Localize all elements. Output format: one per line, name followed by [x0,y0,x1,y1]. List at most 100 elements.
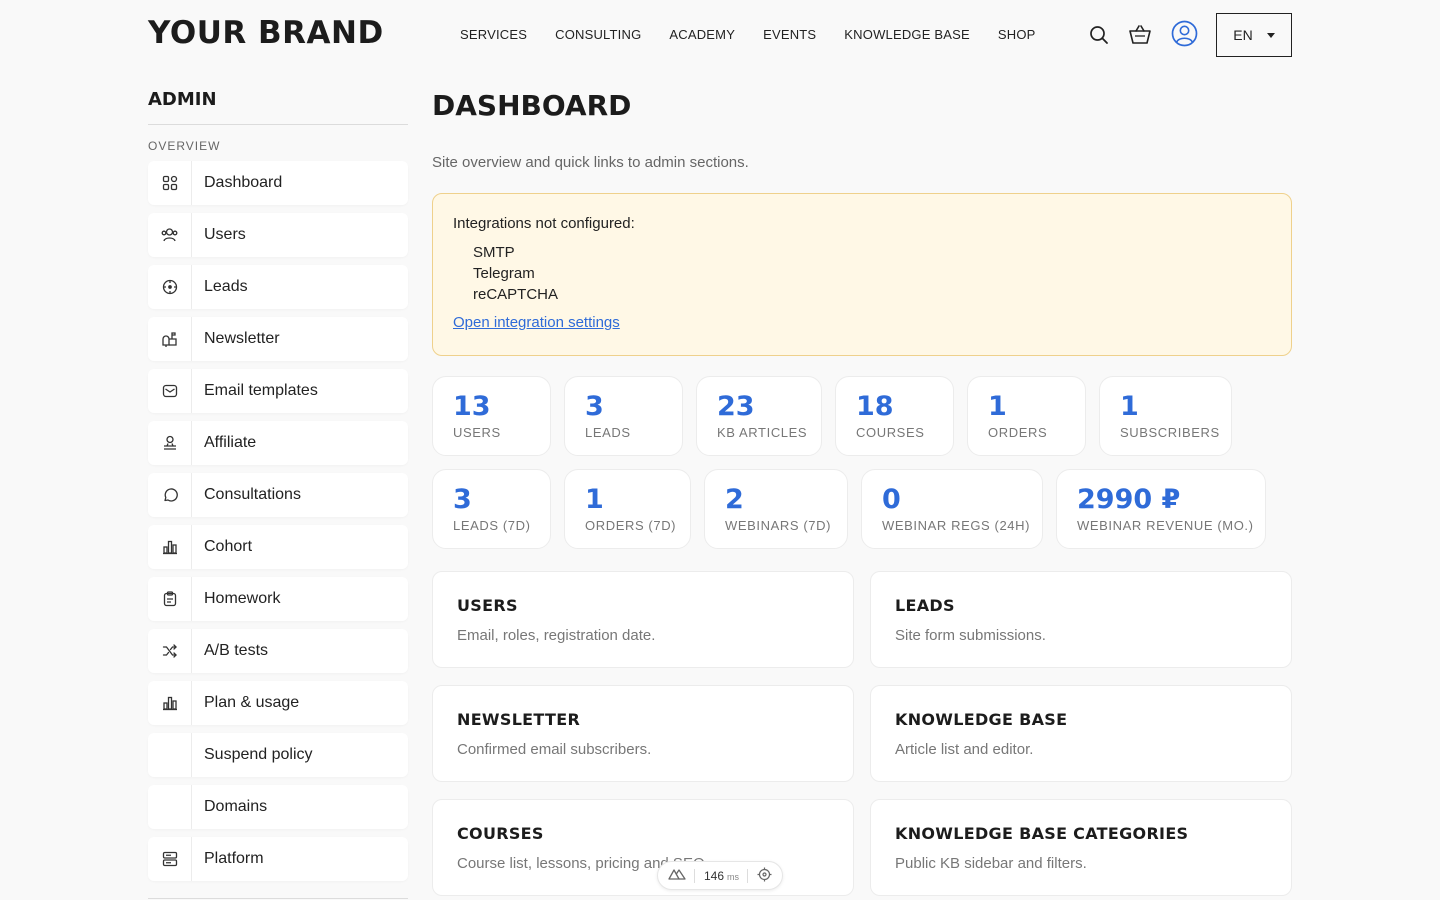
sidebar-title: ADMIN [148,89,217,110]
perf-value: 146 [703,868,724,883]
users-icon [148,213,192,257]
divider [747,868,749,883]
card-title: KNOWLEDGE BASE [895,710,1068,729]
mailbox-icon [148,317,192,361]
card-leads[interactable]: LEADS Site form submissions. [870,571,1292,668]
stat-card-courses: 18 COURSES [835,376,954,456]
sidebar-item-leads[interactable]: Leads [148,265,408,309]
sidebar-item-cohort[interactable]: Cohort [148,525,408,569]
brand-logo[interactable]: YOUR BRAND [148,15,384,51]
sidebar-item-suspend-policy[interactable]: Suspend policy [148,733,408,777]
sidebar-item-affiliate[interactable]: Affiliate [148,421,408,465]
cart-icon[interactable] [1127,22,1153,48]
card-description: Email, roles, registration date. [457,627,656,644]
sidebar-item-email-templates[interactable]: Email templates [148,369,408,413]
stat-value: 2 [725,484,744,515]
alert-list: SMTP Telegram reCAPTCHA [453,242,1271,305]
sidebar-item-label: Dashboard [204,174,283,191]
stat-card-webinar-revenue: 2990 ₽ WEBINAR REVENUE (MO.) [1056,469,1266,549]
perf-widget[interactable]: 146 ms [657,861,783,890]
affiliate-icon [148,421,192,465]
stat-label: KB ARTICLES [717,425,808,440]
main-nav: SERVICES CONSULTING ACADEMY EVENTS KNOWL… [446,27,1050,42]
grid-icon [148,161,192,205]
card-title: NEWSLETTER [457,710,581,729]
sidebar-item-dashboard[interactable]: Dashboard [148,161,408,205]
sidebar-item-plan-usage[interactable]: Plan & usage [148,681,408,725]
search-icon[interactable] [1086,22,1112,48]
nav-shop[interactable]: SHOP [984,27,1050,42]
stat-value: 23 [717,391,755,422]
stats-row: 13 USERS 3 LEADS 23 KB ARTICLES 18 COURSES 1… [432,376,1232,456]
sidebar-divider [148,124,408,125]
stat-value: 1 [1120,391,1139,422]
stat-label: WEBINAR REVENUE (MO.) [1077,518,1254,533]
stat-value: 3 [453,484,472,515]
card-knowledge-base[interactable]: KNOWLEDGE BASE Article list and editor. [870,685,1292,782]
card-title: USERS [457,596,518,615]
card-description: Confirmed email subscribers. [457,741,652,758]
account-icon[interactable] [1170,19,1198,47]
sidebar-item-label: Email templates [204,382,318,399]
stat-card-orders: 1 ORDERS [967,376,1086,456]
language-value: EN [1233,27,1253,43]
sidebar-section-label: OVERVIEW [148,139,221,153]
sidebar-item-newsletter[interactable]: Newsletter [148,317,408,361]
sidebar-item-users[interactable]: Users [148,213,408,257]
clipboard-icon [148,577,192,621]
sidebar-item-ab-tests[interactable]: A/B tests [148,629,408,673]
sidebar-menu: Dashboard Users Leads Newsletter Email t… [148,161,408,889]
sidebar-item-label: Homework [204,590,281,607]
sidebar-item-domains[interactable]: Domains [148,785,408,829]
card-description: Public KB sidebar and filters. [895,855,1087,872]
divider [694,868,696,883]
sidebar-item-label: Affiliate [204,434,257,451]
stat-card-users: 13 USERS [432,376,551,456]
nav-knowledge-base[interactable]: KNOWLEDGE BASE [830,27,984,42]
stat-value: 1 [988,391,1007,422]
stat-card-leads: 3 LEADS [564,376,683,456]
nav-events[interactable]: EVENTS [749,27,830,42]
chat-icon [148,473,192,517]
nav-academy[interactable]: ACADEMY [655,27,749,42]
sidebar-item-label: Users [204,226,246,243]
card-newsletter[interactable]: NEWSLETTER Confirmed email subscribers. [432,685,854,782]
crosshair-icon[interactable] [757,867,772,885]
bar-chart-icon [148,525,192,569]
sidebar-item-label: Newsletter [204,330,280,347]
envelope-icon [148,369,192,413]
stat-card-leads-7d: 3 LEADS (7D) [432,469,551,549]
card-title: COURSES [457,824,544,843]
alert-item: Telegram [473,265,535,282]
perf-readout: 146 ms [704,869,739,883]
nav-services[interactable]: SERVICES [446,27,541,42]
integration-settings-link[interactable]: Open integration settings [453,314,620,331]
alert-item: SMTP [473,244,515,261]
server-icon [148,837,192,881]
alert-item: reCAPTCHA [473,286,559,303]
stat-label: WEBINARS (7D) [725,518,832,533]
alert-title: Integrations not configured: [453,215,635,232]
stat-label: LEADS [585,425,631,440]
stat-card-kb-articles: 23 KB ARTICLES [696,376,822,456]
card-description: Article list and editor. [895,741,1034,758]
page-title: DASHBOARD [432,89,632,122]
card-knowledge-base-categories[interactable]: KNOWLEDGE BASE CATEGORIES Public KB sideb… [870,799,1292,896]
sidebar-item-platform[interactable]: Platform [148,837,408,881]
caret-down-icon [1266,32,1275,38]
stat-value: 3 [585,391,604,422]
language-select[interactable]: EN [1216,13,1292,57]
stat-value: 2990 ₽ [1077,484,1181,515]
sidebar-item-label: A/B tests [204,642,269,659]
stat-value: 1 [585,484,604,515]
sidebar-item-label: Platform [204,850,264,867]
integrations-alert: Integrations not configured: SMTP Telegr… [432,193,1292,356]
nav-consulting[interactable]: CONSULTING [541,27,655,42]
card-courses[interactable]: COURSES Course list, lessons, pricing and… [432,799,854,896]
sidebar-item-consultations[interactable]: Consultations [148,473,408,517]
sidebar-item-homework[interactable]: Homework [148,577,408,621]
page-subtitle: Site overview and quick links to admin s… [432,154,749,171]
card-users[interactable]: USERS Email, roles, registration date. [432,571,854,668]
shuffle-icon [148,629,192,673]
nuxt-logo-icon [668,868,686,883]
